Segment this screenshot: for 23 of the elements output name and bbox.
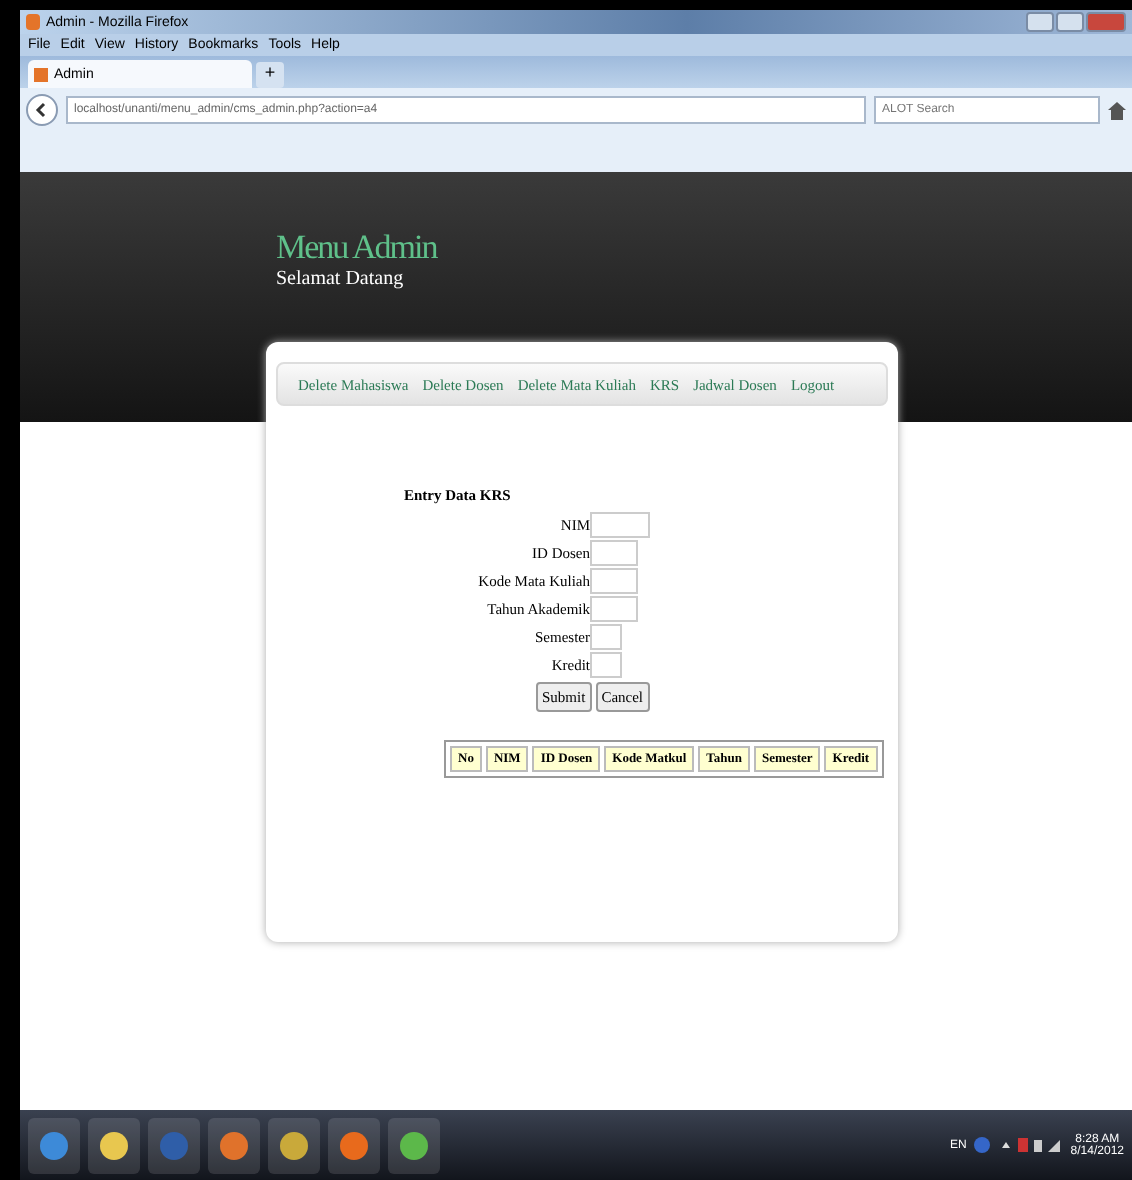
back-icon [34,102,50,118]
taskbar-button[interactable] [208,1117,260,1173]
input-field[interactable] [590,568,638,594]
close-button[interactable] [1086,12,1126,32]
taskbar-button[interactable] [28,1117,80,1173]
taskbar-button[interactable] [268,1117,320,1173]
taskbar-button[interactable] [328,1117,380,1173]
tray-icons-drawing [974,1136,1063,1154]
header-subtitle: Selamat Datang [276,268,406,290]
input-field[interactable] [590,596,638,622]
back-button[interactable] [26,94,58,126]
taskbar-button[interactable] [388,1117,440,1173]
input-field[interactable] [590,540,638,566]
minimize-button[interactable] [1026,12,1054,32]
input-field[interactable] [590,652,622,678]
input-field[interactable] [590,624,622,650]
maximize-button[interactable] [1056,12,1084,32]
input-field[interactable] [590,512,650,538]
new-tab-button[interactable]: + [256,62,284,88]
taskbar-button[interactable] [88,1117,140,1173]
page-icon [34,67,48,81]
home-icon[interactable] [1108,101,1126,119]
header-title: Menu Admin [276,228,440,268]
